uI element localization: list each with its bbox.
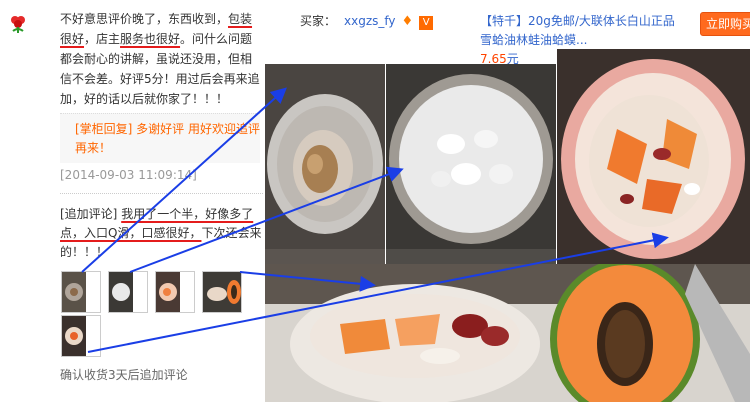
seller-reply: [掌柜回复] 多谢好评 用好欢迎追评 再来！: [60, 113, 260, 163]
review-photo-jelly-bowl: [386, 64, 556, 264]
review-thumbnail[interactable]: [61, 315, 101, 357]
review-thumbnail[interactable]: [61, 271, 101, 313]
diamond-icon: ♦: [401, 14, 414, 29]
review-thumbnail[interactable]: [108, 271, 148, 313]
flower-icon: [9, 14, 27, 34]
followup-tag: [追加评论]: [60, 207, 118, 221]
buyer-name[interactable]: xxgzs_fy: [344, 14, 396, 28]
review-photo-papaya-dessert: [557, 49, 750, 264]
followup-review: [追加评论] 我用了一个半，好像多了点，入口Q滑，口感很好，下次还会来的！！！: [60, 205, 265, 262]
divider: [60, 193, 263, 194]
review-highlight-service: 服务也很好: [120, 32, 181, 46]
review-thumbnail[interactable]: [202, 271, 242, 313]
review-text-part: ，店主: [84, 32, 121, 46]
buyer-label: 买家：: [300, 14, 337, 28]
review-text-part: 不好意思评价晚了，东西收到，: [60, 12, 229, 26]
vip-icon: V: [419, 16, 434, 30]
confirm-followup-note: 确认收货3天后追加评论: [60, 368, 188, 382]
product-title-link[interactable]: 【特千】20g免邮/大联体长白山正品雪蛤油林蛙油蛤蟆...: [480, 12, 685, 50]
review-time: [2014-09-03 11:09:14]: [60, 168, 197, 182]
buyer-info: 买家： xxgzs_fy ♦ V: [300, 12, 434, 30]
review-text: 不好意思评价晚了，东西收到，包装很好，店主服务也很好。问什么问题都会耐心的讲解，…: [60, 9, 260, 109]
buy-now-button[interactable]: 立即购买: [700, 12, 750, 36]
review-photo-empty-bowl: [265, 64, 385, 264]
review-thumbnail[interactable]: [155, 271, 195, 313]
review-photo-papaya-halves: [265, 264, 750, 402]
